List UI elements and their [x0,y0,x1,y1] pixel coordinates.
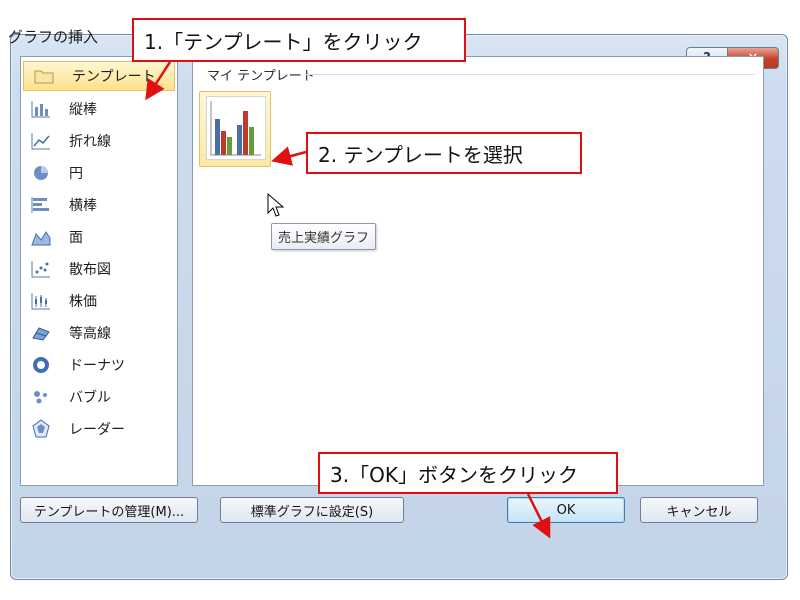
sidebar-item-label: バブル [69,390,111,406]
template-tooltip: 売上実績グラフ [271,223,377,250]
sidebar-item-label: 散布図 [69,262,111,278]
sidebar-item-label: レーダー [69,422,125,438]
sidebar-item-line[interactable]: 折れ線 [21,125,177,157]
sidebar-item-label: 等高線 [69,326,111,342]
folder-icon [32,66,56,86]
sidebar-item-label: 面 [69,230,83,246]
dialog-title: グラフの挿入 [8,28,99,46]
manage-templates-button[interactable]: テンプレートの管理(M)... [20,497,198,523]
section-divider [305,74,755,75]
sidebar-item-column[interactable]: 縦棒 [21,93,177,125]
sidebar-item-bubble[interactable]: バブル [21,381,177,413]
sidebar-item-area[interactable]: 面 [21,221,177,253]
surface-chart-icon [29,323,53,343]
sidebar-item-template[interactable]: テンプレート [23,61,175,91]
sidebar-item-label: 縦棒 [69,102,97,118]
sidebar-item-label: 折れ線 [69,134,111,150]
template-thumbnail[interactable] [199,91,271,167]
template-chart-preview [206,96,266,160]
sidebar-item-label: テンプレート [72,69,156,85]
ok-button[interactable]: OK [507,497,625,523]
column-chart-icon [29,99,53,119]
cancel-button[interactable]: キャンセル [640,497,758,523]
bubble-chart-icon [29,387,53,407]
callout-step3: 3.「OK」ボタンをクリック [318,452,618,494]
radar-chart-icon [29,419,53,439]
callout-step2: 2. テンプレートを選択 [306,132,582,174]
sidebar-item-stock[interactable]: 株価 [21,285,177,317]
pie-chart-icon [29,163,53,183]
sidebar-item-pie[interactable]: 円 [21,157,177,189]
callout-step1: 1.「テンプレート」をクリック [132,18,466,62]
sidebar-item-label: 株価 [69,294,97,310]
bar-chart-icon [29,195,53,215]
sidebar-item-scatter[interactable]: 散布図 [21,253,177,285]
doughnut-chart-icon [29,355,53,375]
area-chart-icon [29,227,53,247]
scatter-chart-icon [29,259,53,279]
sidebar-item-label: ドーナツ [69,358,125,374]
chart-type-list: テンプレート 縦棒 折れ線 円 横棒 面 散布図 株価 等高線 ドーナツ バブル… [20,56,178,486]
sidebar-item-label: 横棒 [69,198,97,214]
stock-chart-icon [29,291,53,311]
sidebar-item-surface[interactable]: 等高線 [21,317,177,349]
set-default-chart-button[interactable]: 標準グラフに設定(S) [220,497,404,523]
sidebar-item-radar[interactable]: レーダー [21,413,177,445]
sidebar-item-doughnut[interactable]: ドーナツ [21,349,177,381]
sidebar-item-label: 円 [69,166,83,182]
line-chart-icon [29,131,53,151]
mouse-cursor-icon [267,192,285,223]
section-label: マイ テンプレート [207,69,315,84]
template-gallery: マイ テンプレート 売上実績グラフ [192,56,764,486]
sidebar-item-bar[interactable]: 横棒 [21,189,177,221]
